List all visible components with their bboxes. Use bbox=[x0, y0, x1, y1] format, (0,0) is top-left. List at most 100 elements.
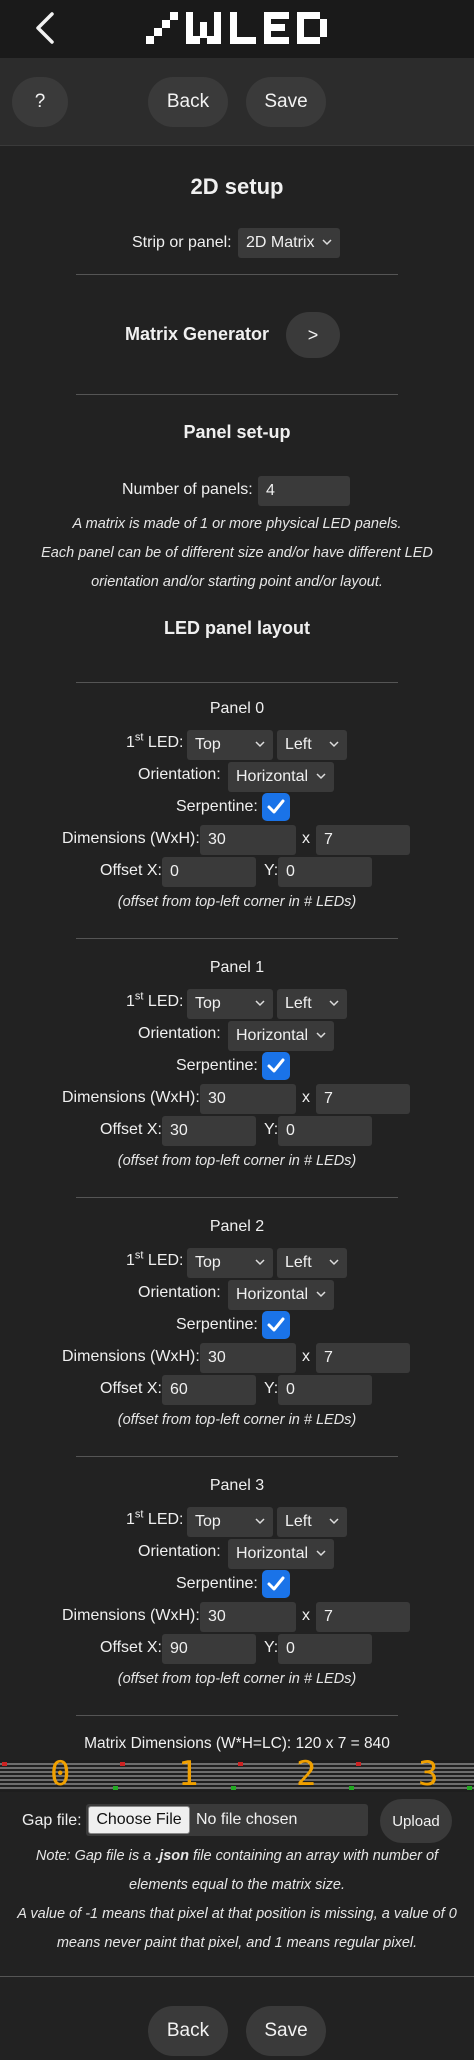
chevron-down-icon bbox=[322, 239, 332, 246]
chevron-down-icon bbox=[316, 1032, 326, 1039]
vertical-start-select[interactable]: Top bbox=[187, 1248, 273, 1278]
panel-number-label: 0 bbox=[50, 1754, 71, 1794]
panel-setup-title: Panel set-up bbox=[183, 422, 291, 442]
divider bbox=[76, 682, 398, 683]
offset-y-input[interactable]: 0 bbox=[278, 857, 372, 887]
orientation-select[interactable]: Horizontal bbox=[228, 762, 334, 792]
horizontal-start-select[interactable]: Left bbox=[277, 989, 347, 1019]
orientation-label: Orientation: bbox=[138, 1284, 221, 1301]
panel-title: Panel 1 bbox=[209, 959, 265, 976]
vertical-start-select[interactable]: Top bbox=[187, 730, 273, 760]
divider bbox=[76, 1715, 398, 1716]
gap-file-label: Gap file: bbox=[22, 1812, 82, 1829]
gap-file-input[interactable]: Choose File No file chosen bbox=[86, 1804, 368, 1836]
gap-note-line: Note: Gap file is a .json file containin… bbox=[0, 1848, 474, 1864]
offset-x-input[interactable]: 90 bbox=[162, 1634, 256, 1664]
horizontal-start-select[interactable]: Left bbox=[277, 1248, 347, 1278]
offset-x-input[interactable]: 30 bbox=[162, 1116, 256, 1146]
orientation-label: Orientation: bbox=[138, 1543, 221, 1560]
offset-x-label: Offset X: bbox=[100, 1380, 162, 1397]
save-button[interactable]: Save bbox=[246, 77, 326, 127]
orientation-value: Horizontal bbox=[236, 1545, 309, 1562]
panel-title: Panel 0 bbox=[209, 700, 265, 717]
vertical-start-value: Top bbox=[195, 1254, 221, 1271]
back-button[interactable]: Back bbox=[148, 77, 228, 127]
first-led-label: 1st LED: bbox=[126, 1250, 183, 1270]
chevron-down-icon bbox=[255, 1000, 265, 1007]
orientation-label: Orientation: bbox=[138, 1025, 221, 1042]
gap-note-line: A value of -1 means that pixel at that p… bbox=[17, 1906, 457, 1922]
panel-height-input[interactable]: 7 bbox=[316, 1084, 410, 1114]
horizontal-start-value: Left bbox=[285, 995, 312, 1012]
help-button[interactable]: ? bbox=[12, 77, 68, 127]
offset-note: (offset from top-left corner in # LEDs) bbox=[117, 1671, 357, 1687]
orientation-select[interactable]: Horizontal bbox=[228, 1539, 334, 1569]
dimensions-label: Dimensions (WxH): bbox=[62, 1089, 200, 1106]
footer-save-button[interactable]: Save bbox=[246, 2006, 326, 2056]
offset-x-input[interactable]: 0 bbox=[162, 857, 256, 887]
first-led-label-text: 1 bbox=[126, 993, 135, 1010]
offset-y-input[interactable]: 0 bbox=[278, 1375, 372, 1405]
offset-y-label: Y: bbox=[264, 1639, 279, 1656]
divider bbox=[76, 274, 398, 275]
gap-note-json: .json bbox=[155, 1848, 190, 1864]
dimensions-separator: x bbox=[302, 1348, 310, 1365]
first-led-label-text: 1 bbox=[126, 1252, 135, 1269]
panel-number-label: 2 bbox=[296, 1754, 317, 1794]
upload-button[interactable]: Upload bbox=[380, 1799, 452, 1843]
wled-logo-icon bbox=[146, 12, 327, 44]
panel-title: Panel 3 bbox=[209, 1477, 265, 1494]
matrix-dimensions-text: Matrix Dimensions (W*H=LC): 120 x 7 = 84… bbox=[84, 1735, 390, 1752]
panel-number-label: 1 bbox=[178, 1754, 199, 1794]
serpentine-checkbox[interactable] bbox=[262, 793, 290, 821]
checkmark-icon bbox=[267, 1576, 285, 1591]
matrix-generator-button[interactable]: > bbox=[286, 312, 340, 358]
divider bbox=[0, 1976, 474, 1977]
matrix-note-line: Each panel can be of different size and/… bbox=[41, 545, 433, 561]
first-led-label-text: 1 bbox=[126, 1511, 135, 1528]
offset-y-label: Y: bbox=[264, 1121, 279, 1138]
vertical-start-select[interactable]: Top bbox=[187, 1507, 273, 1537]
panel-width-input[interactable]: 30 bbox=[200, 1602, 296, 1632]
panel-width-input[interactable]: 30 bbox=[200, 1084, 296, 1114]
number-of-panels-label: Number of panels: bbox=[122, 481, 253, 498]
vertical-start-select[interactable]: Top bbox=[187, 989, 273, 1019]
panel-width-input[interactable]: 30 bbox=[200, 1343, 296, 1373]
offset-note: (offset from top-left corner in # LEDs) bbox=[117, 894, 357, 910]
panel-height-input[interactable]: 7 bbox=[316, 1343, 410, 1373]
gap-note-line: elements equal to the matrix size. bbox=[129, 1877, 345, 1893]
orientation-select[interactable]: Horizontal bbox=[228, 1021, 334, 1051]
first-led-label: 1st LED: bbox=[126, 1509, 184, 1529]
serpentine-checkbox[interactable] bbox=[262, 1570, 290, 1598]
panel-height-input[interactable]: 7 bbox=[316, 1602, 410, 1632]
offset-y-input[interactable]: 0 bbox=[278, 1116, 372, 1146]
offset-y-input[interactable]: 0 bbox=[278, 1634, 372, 1664]
toolbar: ? Back Save bbox=[0, 58, 474, 146]
checkmark-icon bbox=[267, 1317, 285, 1332]
divider bbox=[76, 1197, 398, 1198]
choose-file-button[interactable]: Choose File bbox=[88, 1806, 190, 1834]
gap-note-line: means never paint that pixel, and 1 mean… bbox=[56, 1935, 418, 1951]
number-of-panels-input[interactable]: 4 bbox=[258, 476, 350, 506]
serpentine-checkbox[interactable] bbox=[262, 1052, 290, 1080]
serpentine-checkbox[interactable] bbox=[262, 1311, 290, 1339]
matrix-note-line: orientation and/or starting point and/or… bbox=[91, 574, 383, 590]
gap-note-text: file containing an array with number of bbox=[189, 1848, 439, 1864]
chevron-left-icon[interactable] bbox=[28, 10, 64, 46]
panel-height-input[interactable]: 7 bbox=[316, 825, 410, 855]
offset-x-input[interactable]: 60 bbox=[162, 1375, 256, 1405]
horizontal-start-select[interactable]: Left bbox=[277, 1507, 347, 1537]
top-bar bbox=[0, 0, 474, 58]
orientation-select[interactable]: Horizontal bbox=[228, 1280, 334, 1310]
first-led-label-text: LED: bbox=[143, 1511, 184, 1528]
footer-back-button[interactable]: Back bbox=[148, 2006, 228, 2056]
orientation-value: Horizontal bbox=[236, 1286, 309, 1303]
horizontal-start-select[interactable]: Left bbox=[277, 730, 347, 760]
chevron-down-icon bbox=[255, 1259, 265, 1266]
panel-width-input[interactable]: 30 bbox=[200, 825, 296, 855]
serpentine-label: Serpentine: bbox=[176, 798, 258, 815]
strip-or-panel-select[interactable]: 2D Matrix bbox=[238, 228, 340, 258]
horizontal-start-value: Left bbox=[285, 1513, 312, 1530]
panel-title: Panel 2 bbox=[209, 1218, 265, 1235]
offset-x-label: Offset X: bbox=[100, 1639, 162, 1656]
